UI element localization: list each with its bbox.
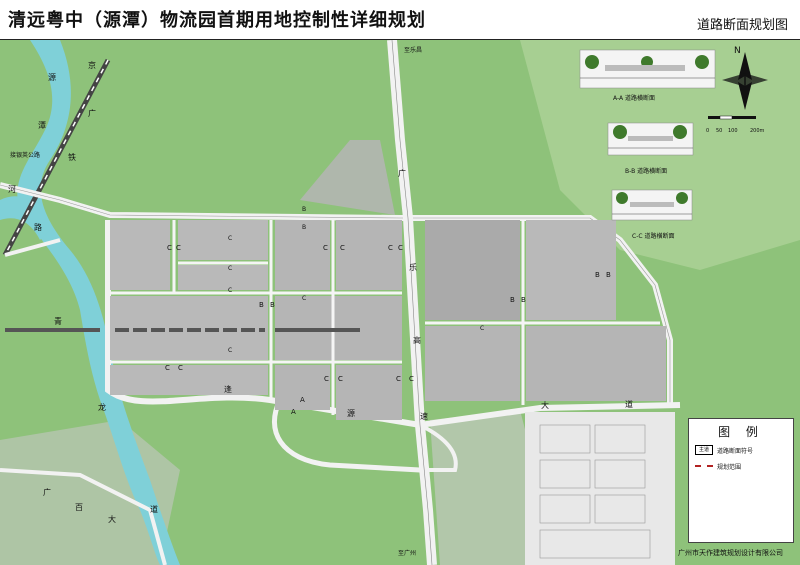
legend-item-label: 道路断面符号: [717, 447, 754, 455]
section-mark-c8: C: [340, 244, 345, 252]
label-rail-4: 路: [34, 222, 42, 232]
section-mark-c16: C: [396, 375, 401, 383]
legend-item-section-symbol: 主道 道路断面符号: [695, 445, 753, 455]
label-qinglong-1: 青: [54, 316, 62, 326]
plot-grid-west: [110, 220, 402, 420]
label-to-guangzhou: 至广州: [398, 549, 416, 557]
label-highway-1: 广: [398, 168, 406, 178]
section-mark-b1: B: [302, 206, 306, 213]
legend-title: 图 例: [718, 425, 764, 439]
section-aa-label: A-A 道路横断面: [613, 94, 655, 102]
scale-tick-0: 0: [706, 128, 709, 134]
map-subtitle: 道路断面规划图: [696, 18, 788, 33]
section-mark-c6: C: [228, 347, 232, 354]
title-bar: 清远粤中（源潭）物流园首期用地控制性详细规划 道路断面规划图: [0, 0, 800, 40]
map-frame: 清远粤中（源潭）物流园首期用地控制性详细规划 道路断面规划图 A-A 道路横断面…: [0, 0, 800, 565]
section-mark-c10: C: [388, 244, 393, 252]
section-mark-c13: C: [178, 364, 183, 372]
label-rail-2: 广: [88, 108, 96, 118]
label-jieyin-road: 接银英公路: [10, 151, 40, 159]
label-guangbai-3: 大: [108, 514, 116, 524]
section-mark-a1: A: [300, 396, 305, 404]
section-mark-c11: C: [302, 295, 306, 302]
label-fengyuan-4: 道: [625, 399, 633, 409]
section-mark-c14: C: [324, 375, 329, 383]
label-river-2: 潭: [38, 121, 46, 130]
legend-swatch-boundary: [695, 465, 713, 467]
legend-swatch-section: 主道: [695, 445, 713, 455]
label-qinglong-2: 龙: [98, 402, 106, 412]
urban-block: [525, 412, 675, 565]
planning-map: A-A 道路横断面 B-B 道路横断面 C-C 道路横断面 0 50 100 2…: [0, 40, 800, 565]
label-river-1: 源: [48, 73, 56, 82]
section-mark-b6: B: [521, 296, 526, 304]
section-mark-c4: C: [228, 265, 232, 272]
section-mark-b5: B: [510, 296, 515, 304]
label-highway-2: 乐: [409, 262, 417, 272]
label-guangbai-4: 道: [150, 504, 158, 514]
section-mark-c1: C: [167, 244, 172, 252]
scale-tick-2: 100: [728, 128, 738, 134]
legend-item-label: 规划范围: [717, 463, 742, 471]
section-mark-b8: B: [606, 271, 611, 279]
section-mark-b2: B: [302, 224, 306, 231]
section-mark-c15: C: [338, 375, 343, 383]
section-mark-b4: B: [270, 301, 275, 309]
company-name: 广州市天作建筑规划设计有限公司: [678, 549, 783, 557]
label-fengyuan-3: 大: [541, 400, 549, 410]
label-river-3: 河: [8, 184, 16, 194]
label-fengyuan-1: 逢: [224, 384, 232, 394]
legend-item-boundary: 规划范围: [695, 461, 741, 471]
section-mark-b7: B: [595, 271, 600, 279]
legend: 图 例 主道 道路断面符号 规划范围: [688, 418, 794, 543]
section-mark-c7: C: [323, 244, 328, 252]
section-mark-c2: C: [176, 244, 181, 252]
north-label: N: [734, 46, 741, 56]
section-mark-c18: C: [480, 325, 484, 332]
label-to-lechang: 至乐昌: [404, 47, 422, 54]
label-rail-3: 铁: [68, 152, 76, 162]
section-mark-c3: C: [228, 235, 232, 242]
section-cc-label: C-C 道路横断面: [632, 232, 674, 240]
label-highway-4: 速: [420, 412, 428, 421]
scale-tick-1: 50: [716, 128, 722, 134]
label-rail-1: 京: [88, 60, 96, 70]
label-fengyuan-2: 源: [347, 409, 355, 418]
section-bb-label: B-B 道路横断面: [625, 167, 667, 175]
page-title: 清远粤中（源潭）物流园首期用地控制性详细规划: [8, 10, 426, 31]
label-guangbai-2: 百: [75, 503, 83, 512]
section-mark-a2: A: [291, 408, 296, 416]
label-guangbai-1: 广: [43, 487, 51, 497]
label-highway-3: 高: [413, 335, 421, 345]
section-mark-c12: C: [165, 364, 170, 372]
section-mark-c5: C: [228, 287, 232, 294]
section-mark-c17: C: [409, 375, 414, 383]
section-mark-c9: C: [398, 244, 403, 252]
scale-tick-3: 200m: [750, 128, 765, 134]
section-mark-b3: B: [259, 301, 264, 309]
